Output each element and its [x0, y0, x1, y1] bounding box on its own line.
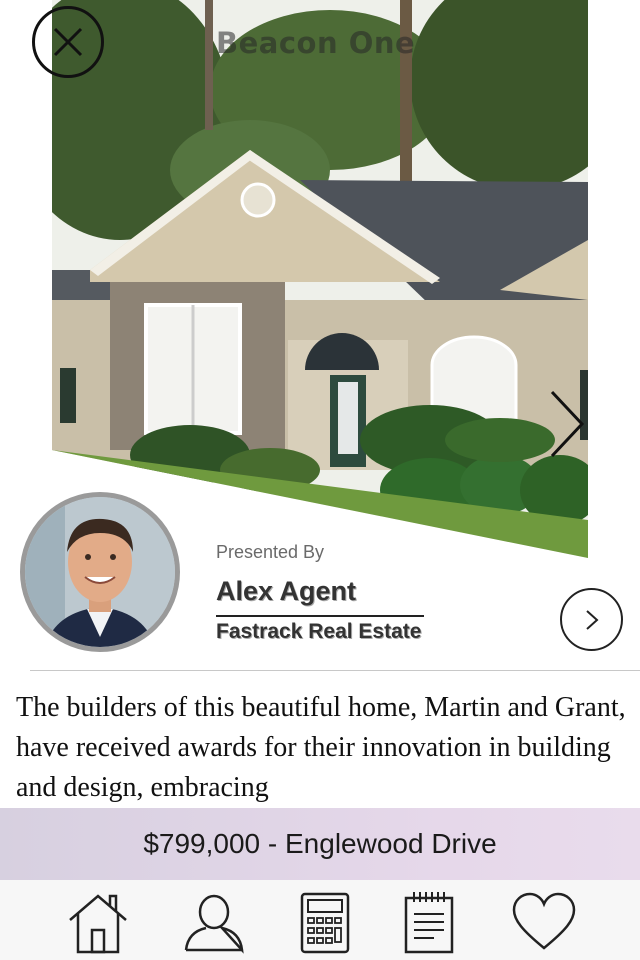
- price-address-bar[interactable]: $799,000 - Englewood Drive: [0, 808, 640, 880]
- circle-chevron-right-icon: [585, 609, 598, 630]
- notepad-icon: [404, 892, 454, 954]
- close-x-icon: [53, 27, 83, 57]
- section-divider: [30, 670, 640, 671]
- home-icon: [69, 894, 127, 954]
- agent-photo: [25, 497, 175, 647]
- property-description: The builders of this beautiful home, Mar…: [16, 692, 626, 803]
- close-button[interactable]: [32, 6, 104, 78]
- person-icon: [184, 894, 244, 954]
- price-address-label: $799,000 - Englewood Drive: [143, 828, 497, 859]
- tab-notes[interactable]: [402, 890, 466, 954]
- calculator-icon: [300, 892, 350, 954]
- agent-avatar: [20, 492, 180, 652]
- tab-favorites[interactable]: [512, 890, 576, 954]
- agency-name: Fastrack Real Estate: [216, 620, 422, 643]
- tab-calculator[interactable]: [296, 890, 360, 954]
- chevron-right-icon[interactable]: [548, 388, 588, 460]
- property-title: Beacon One: [216, 26, 416, 60]
- tab-home[interactable]: [66, 890, 130, 954]
- presented-by-label: Presented By: [216, 542, 325, 562]
- tab-profile[interactable]: [182, 890, 246, 954]
- agent-details-button[interactable]: [560, 588, 623, 651]
- heart-icon: [512, 892, 576, 950]
- bottom-tab-bar: [0, 880, 640, 960]
- agent-name-underline: [216, 615, 424, 617]
- house-photo: [52, 0, 588, 558]
- agent-name-link[interactable]: Alex Agent: [216, 576, 356, 607]
